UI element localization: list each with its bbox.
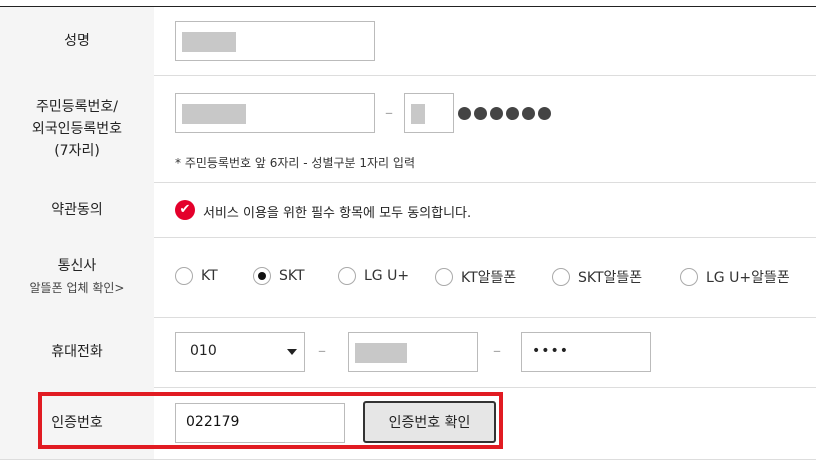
carrier-option-kt-mvno[interactable]: KT알뜰폰 bbox=[435, 267, 516, 287]
phone-label: 휴대전화 bbox=[0, 317, 154, 387]
mvno-check-link[interactable]: 알뜰폰 업체 확인> bbox=[30, 277, 125, 299]
name-redacted bbox=[182, 32, 236, 52]
carrier-row: 통신사 알뜰폰 업체 확인> KT SKT LG U+ KT알뜰폰 SKT알뜰폰… bbox=[0, 237, 816, 318]
phone-dash-2: – bbox=[493, 341, 501, 360]
resident-label-line3: (7자리) bbox=[54, 142, 100, 159]
phone-dash-1: – bbox=[318, 341, 326, 360]
terms-field-area: ✔ 서비스 이용을 위한 필수 항목에 모두 동의합니다. bbox=[154, 182, 816, 237]
carrier-option-lgu[interactable]: LG U+ bbox=[338, 267, 409, 285]
carrier-option-label: LG U+알뜰폰 bbox=[706, 270, 790, 286]
carrier-field-area: KT SKT LG U+ KT알뜰폰 SKT알뜰폰 LG U+알뜰폰 bbox=[154, 237, 816, 317]
phone-last-input[interactable]: •••• bbox=[521, 332, 651, 372]
resident-label: 주민등록번호/ 외국인등록번호 (7자리) bbox=[0, 75, 154, 182]
carrier-option-label: KT bbox=[201, 268, 218, 284]
resident-front-input[interactable] bbox=[175, 93, 375, 133]
carrier-option-skt-mvno[interactable]: SKT알뜰폰 bbox=[552, 267, 642, 287]
mask-dot bbox=[522, 107, 535, 120]
terms-label: 약관동의 bbox=[0, 182, 154, 237]
radio-circle[interactable] bbox=[338, 267, 356, 285]
check-icon[interactable]: ✔ bbox=[175, 200, 195, 220]
mask-dot bbox=[506, 107, 519, 120]
carrier-option-label: KT알뜰폰 bbox=[461, 270, 517, 286]
terms-row: 약관동의 ✔ 서비스 이용을 위한 필수 항목에 모두 동의합니다. bbox=[0, 182, 816, 238]
terms-label-text: 약관동의 bbox=[51, 201, 103, 218]
resident-label-line2: 외국인등록번호 bbox=[31, 120, 123, 137]
radio-circle[interactable] bbox=[175, 267, 193, 285]
phone-prefix-select[interactable]: 010 bbox=[175, 332, 305, 372]
carrier-label: 통신사 알뜰폰 업체 확인> bbox=[0, 237, 154, 317]
phone-prefix-value: 010 bbox=[190, 343, 217, 359]
name-label: 성명 bbox=[0, 7, 154, 75]
phone-last-masked-value: •••• bbox=[532, 343, 570, 359]
carrier-option-skt[interactable]: SKT bbox=[253, 267, 305, 285]
phone-middle-input[interactable] bbox=[348, 332, 478, 372]
mask-dot bbox=[490, 107, 503, 120]
resident-row: 주민등록번호/ 외국인등록번호 (7자리) – * 주민등록번호 앞 6자리 -… bbox=[0, 75, 816, 183]
name-label-text: 성명 bbox=[64, 33, 90, 49]
resident-masked-dots bbox=[458, 107, 551, 120]
resident-label-line1: 주민등록번호/ bbox=[36, 98, 118, 115]
phone-middle-redacted bbox=[355, 343, 407, 363]
resident-back-redacted bbox=[411, 104, 425, 124]
phone-field-area: 010 – – •••• bbox=[154, 317, 816, 387]
terms-agree-text[interactable]: 서비스 이용을 위한 필수 항목에 모두 동의합니다. bbox=[203, 202, 471, 221]
mask-dot bbox=[538, 107, 551, 120]
highlight-box bbox=[38, 392, 503, 449]
name-field-area bbox=[154, 7, 816, 75]
mask-dot bbox=[474, 107, 487, 120]
carrier-option-lgu-mvno[interactable]: LG U+알뜰폰 bbox=[680, 267, 790, 287]
resident-field-area: – * 주민등록번호 앞 6자리 - 성별구분 1자리 입력 bbox=[154, 75, 816, 182]
resident-back-input[interactable] bbox=[404, 93, 454, 133]
resident-note: * 주민등록번호 앞 6자리 - 성별구분 1자리 입력 bbox=[175, 156, 415, 170]
resident-front-redacted bbox=[182, 104, 246, 124]
radio-circle[interactable] bbox=[435, 268, 453, 286]
resident-dash: – bbox=[385, 103, 393, 122]
mask-dot bbox=[458, 107, 471, 120]
chevron-down-icon bbox=[287, 349, 297, 355]
carrier-option-label: SKT bbox=[279, 268, 305, 284]
carrier-option-label: SKT알뜰폰 bbox=[578, 270, 643, 286]
phone-label-text: 휴대전화 bbox=[51, 344, 103, 360]
carrier-option-kt[interactable]: KT bbox=[175, 267, 218, 285]
carrier-label-text: 통신사 bbox=[57, 258, 97, 274]
name-input[interactable] bbox=[175, 21, 375, 61]
phone-row: 휴대전화 010 – – •••• bbox=[0, 317, 816, 388]
carrier-option-label: LG U+ bbox=[364, 268, 410, 284]
radio-circle[interactable] bbox=[552, 268, 570, 286]
name-row: 성명 bbox=[0, 7, 816, 76]
radio-circle[interactable] bbox=[680, 268, 698, 286]
radio-circle-selected[interactable] bbox=[253, 267, 271, 285]
